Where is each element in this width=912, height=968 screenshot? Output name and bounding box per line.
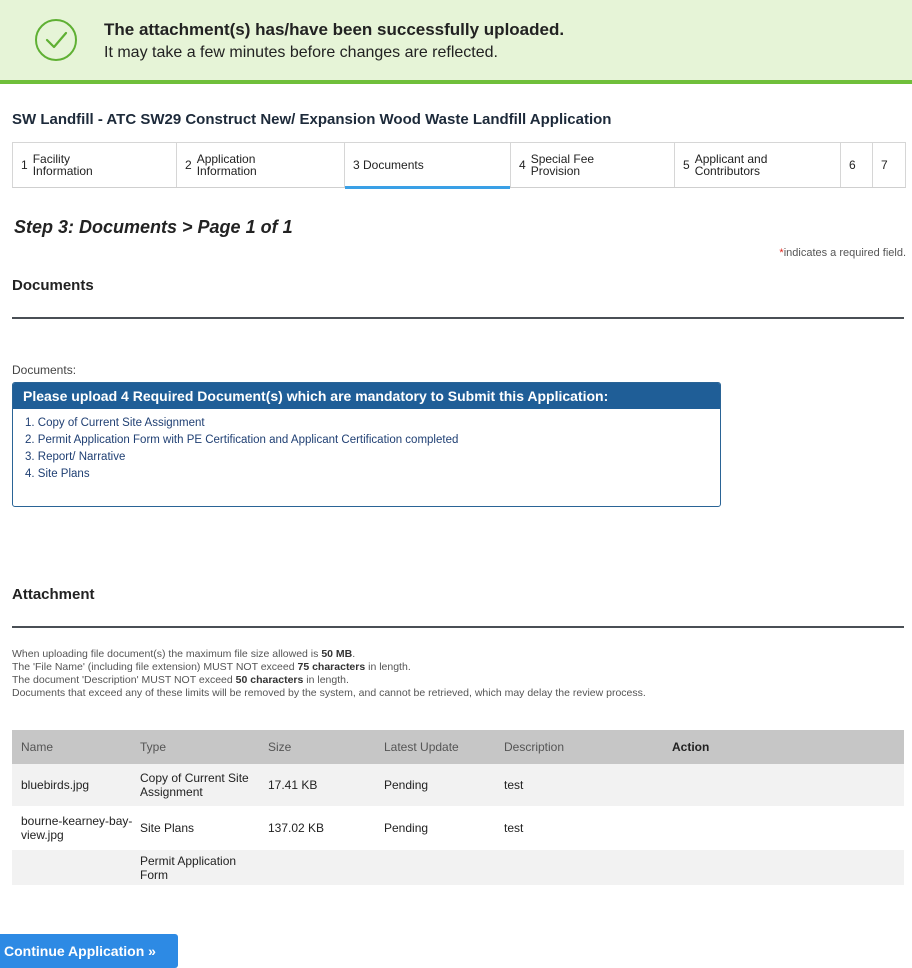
- step-navigation: 1 Facility Information 2 Application Inf…: [12, 142, 906, 189]
- info-text: When uploading file document(s) the maxi…: [12, 648, 322, 660]
- step-heading: Step 3: Documents > Page 1 of 1: [14, 217, 293, 237]
- documents-section-title: Documents: [12, 277, 94, 294]
- step-6[interactable]: 6: [841, 143, 873, 187]
- step-label: Applicant and Contributors: [694, 152, 768, 178]
- file-latest-update: Pending: [384, 821, 429, 835]
- column-header-size[interactable]: Size: [256, 740, 372, 754]
- attachment-divider: [12, 626, 904, 628]
- info-bold: 50 characters: [235, 674, 304, 686]
- file-type: Copy of Current Site Assignment: [140, 771, 249, 799]
- info-text: The document 'Description' MUST NOT exce…: [12, 674, 236, 686]
- table-row: bourne-kearney-bay-view.jpg Site Plans 1…: [12, 806, 904, 850]
- table-header: Name Type Size Latest Update Description…: [12, 730, 904, 764]
- file-description: test: [504, 821, 524, 835]
- documents-divider: [12, 317, 904, 319]
- column-header-description[interactable]: Description: [492, 740, 662, 754]
- success-banner: The attachment(s) has/have been successf…: [0, 0, 912, 84]
- step-number: 1: [21, 158, 28, 172]
- file-name: bluebirds.jpg: [21, 778, 90, 792]
- continue-application-button[interactable]: Continue Application »: [0, 934, 178, 968]
- attachment-limits-info: When uploading file document(s) the maxi…: [12, 648, 646, 700]
- required-field-note: *indicates a required field.: [779, 247, 906, 259]
- step-label: Application Information: [196, 152, 257, 178]
- step-number: 2: [185, 158, 192, 172]
- column-header-type[interactable]: Type: [134, 740, 256, 754]
- required-note-text: indicates a required field.: [783, 247, 906, 259]
- required-documents-list: 1. Copy of Current Site Assignment 2. Pe…: [13, 409, 720, 483]
- banner-title: The attachment(s) has/have been successf…: [104, 20, 565, 39]
- documents-label: Documents:: [12, 363, 77, 377]
- required-documents-box: Please upload 4 Required Document(s) whi…: [12, 382, 721, 507]
- file-size: 17.41 KB: [268, 778, 318, 792]
- step-5-applicant-contributors[interactable]: 5 Applicant and Contributors: [675, 143, 841, 187]
- required-document-item: 4. Site Plans: [25, 468, 90, 480]
- step-3-documents[interactable]: 3 Documents: [345, 143, 511, 189]
- info-text: The 'File Name' (including file extensio…: [12, 661, 298, 673]
- step-4-special-fee-provision[interactable]: 4 Special Fee Provision: [511, 143, 675, 187]
- column-header-name[interactable]: Name: [12, 740, 134, 754]
- column-header-action: Action: [672, 740, 710, 754]
- step-number: 4: [519, 158, 526, 172]
- step-7[interactable]: 7: [873, 143, 905, 187]
- step-2-application-information[interactable]: 2 Application Information: [177, 143, 345, 187]
- table-row: bluebirds.jpg Copy of Current Site Assig…: [12, 764, 904, 806]
- info-line: The 'File Name' (including file extensio…: [12, 661, 646, 674]
- info-bold: 50 MB: [321, 648, 353, 660]
- info-bold: 75 characters: [297, 661, 366, 673]
- info-text: in length.: [303, 674, 349, 686]
- step-number: 6: [849, 158, 856, 172]
- step-label: Facility Information: [32, 152, 93, 178]
- info-text: in length.: [365, 661, 411, 673]
- required-document-item: 2. Permit Application Form with PE Certi…: [25, 434, 459, 446]
- required-document-item: 1. Copy of Current Site Assignment: [25, 417, 205, 429]
- file-latest-update: Pending: [384, 778, 429, 792]
- application-title: SW Landfill - ATC SW29 Construct New/ Ex…: [12, 111, 612, 128]
- banner-subtitle: It may take a few minutes before changes…: [104, 44, 498, 61]
- info-line: The document 'Description' MUST NOT exce…: [12, 674, 646, 687]
- check-circle-icon: [35, 19, 77, 61]
- file-type: Site Plans: [140, 821, 195, 835]
- info-line: Documents that exceed any of these limit…: [12, 687, 646, 699]
- step-number: 5: [683, 158, 690, 172]
- table-row: Permit Application Form: [12, 850, 904, 885]
- info-text: .: [352, 648, 356, 660]
- info-line: When uploading file document(s) the maxi…: [12, 648, 646, 661]
- required-document-item: 3. Report/ Narrative: [25, 451, 126, 463]
- step-label: 3 Documents: [353, 158, 424, 172]
- required-documents-header: Please upload 4 Required Document(s) whi…: [13, 383, 720, 409]
- column-header-latest-update[interactable]: Latest Update: [372, 740, 492, 754]
- file-size: 137.02 KB: [268, 821, 325, 835]
- file-type: Permit Application Form: [140, 854, 237, 882]
- step-1-facility-information[interactable]: 1 Facility Information: [13, 143, 177, 187]
- file-description: test: [504, 778, 524, 792]
- attachments-table: Name Type Size Latest Update Description…: [12, 730, 904, 885]
- step-number: 7: [881, 158, 888, 172]
- attachment-section-title: Attachment: [12, 586, 95, 603]
- file-name: bourne-kearney-bay-view.jpg: [21, 814, 133, 842]
- step-label: Special Fee Provision: [530, 152, 595, 178]
